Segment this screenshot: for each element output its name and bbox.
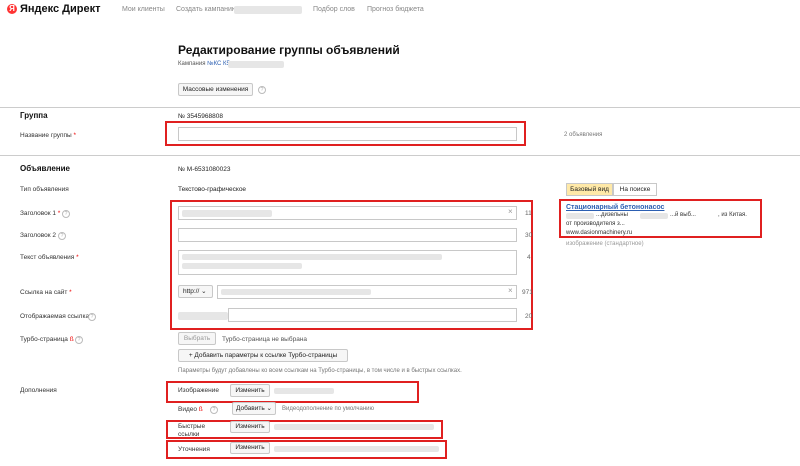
display-link-count: 20	[525, 313, 533, 320]
ad-section-title: Объявление	[20, 164, 70, 173]
ads-count: 2 объявления	[564, 132, 603, 138]
url-label: Ссылка на сайт *	[20, 289, 72, 296]
campaign-link[interactable]: №КС К5	[207, 61, 230, 67]
blurred-clarifications	[274, 446, 439, 452]
help-icon[interactable]: ?	[88, 313, 96, 321]
ad-text-count: 4	[527, 254, 531, 261]
image-label: Изображение	[178, 387, 219, 394]
yandex-logo-icon[interactable]: Я	[7, 4, 17, 14]
blurred-campaign-name	[228, 61, 284, 68]
title2-count: 30	[525, 232, 533, 239]
clarifications-label: Уточнения	[178, 446, 210, 453]
blurred-preview	[566, 213, 594, 219]
blurred-ad-text	[182, 263, 302, 269]
blurred-nav-item	[234, 6, 302, 14]
ad-text-label: Текст объявления *	[20, 254, 79, 261]
page-title: Редактирование группы объявлений	[178, 43, 400, 57]
blurred-title1	[182, 210, 272, 217]
turbo-params-button[interactable]: + Добавить параметры к ссылке Турбо-стра…	[178, 349, 348, 362]
clear-icon[interactable]: ×	[508, 207, 513, 216]
title1-count: 11	[525, 210, 532, 217]
blurred-url	[221, 289, 371, 295]
blurred-ad-text	[182, 254, 442, 260]
url-count: 971	[522, 289, 533, 296]
protocol-select[interactable]: http:// ⌄	[178, 285, 213, 298]
bulk-changes-button[interactable]: Массовые изменения	[178, 83, 253, 96]
display-link-label: Отображаемая ссылка	[20, 313, 90, 320]
divider	[0, 107, 800, 108]
nav-create-campaign[interactable]: Создать кампанию	[176, 6, 237, 13]
logo-text[interactable]: Яндекс Директ	[20, 3, 101, 15]
title2-label: Заголовок 2	[20, 232, 56, 239]
group-id: № 3545968808	[178, 113, 223, 120]
group-name-label: Название группы *	[20, 132, 77, 139]
turbo-label: Турбо-страница ß	[20, 336, 74, 343]
tab-basic-view[interactable]: Базовый вид	[566, 183, 613, 196]
group-name-input[interactable]	[178, 127, 517, 141]
nav-word-selection[interactable]: Подбор слов	[313, 6, 355, 13]
help-icon[interactable]: ?	[210, 406, 218, 414]
title1-label: Заголовок 1 *	[20, 210, 61, 217]
clear-icon[interactable]: ×	[508, 286, 513, 295]
clarifications-change-button[interactable]: Изменить	[230, 442, 270, 454]
preview-title[interactable]: Стационарный бетононасос	[566, 204, 664, 211]
blurred-quick-links	[274, 424, 434, 430]
group-section-title: Группа	[20, 111, 48, 120]
title2-input[interactable]	[178, 228, 517, 242]
help-icon[interactable]: ?	[258, 86, 266, 94]
tab-on-search[interactable]: На поиске	[613, 183, 657, 196]
quick-links-change-button[interactable]: Изменить	[230, 421, 270, 433]
help-icon[interactable]: ?	[58, 232, 66, 240]
turbo-choose-button[interactable]: Выбрать	[178, 332, 216, 345]
preview-domain: www.dasionmachinery.ru	[566, 230, 633, 236]
help-icon[interactable]: ?	[75, 336, 83, 344]
ad-type-value: Текстово-графическое	[178, 186, 247, 193]
ad-id: № М-6531080023	[178, 166, 231, 173]
ad-type-label: Тип объявления	[20, 186, 69, 193]
blurred-image	[274, 388, 334, 394]
video-note: Видеодополнение по умолчанию	[282, 406, 375, 412]
divider	[0, 155, 800, 156]
display-link-input[interactable]	[228, 308, 517, 322]
turbo-status: Турбо-страница не выбрана	[222, 336, 308, 343]
nav-my-clients[interactable]: Мои клиенты	[122, 6, 165, 13]
extras-label: Дополнения	[20, 387, 57, 394]
turbo-note: Параметры будут добавлены ко всем ссылка…	[178, 368, 462, 374]
blurred-preview	[640, 213, 668, 219]
nav-budget-forecast[interactable]: Прогноз бюджета	[367, 6, 424, 13]
preview-text-1: ...дизельны	[596, 212, 628, 218]
help-icon[interactable]: ?	[62, 210, 70, 218]
campaign-line: Кампания №КС К5	[178, 61, 230, 67]
blurred-domain	[178, 312, 228, 320]
top-bar: Я Яндекс Директ Мои клиенты Создать камп…	[0, 0, 800, 20]
preview-image-note: изображение (стандартное)	[566, 241, 644, 247]
quick-links-label: Быстрые ссылки	[178, 423, 206, 438]
preview-text-4: от производителя з...	[566, 221, 625, 227]
image-change-button[interactable]: Изменить	[230, 384, 270, 397]
campaign-label: Кампания	[178, 61, 206, 67]
preview-text-3: , из Китая.	[718, 212, 747, 218]
video-label: Видео ß	[178, 406, 203, 413]
video-add-button[interactable]: Добавить ⌄	[232, 402, 276, 415]
preview-text-2: ...й выб...	[670, 212, 696, 218]
